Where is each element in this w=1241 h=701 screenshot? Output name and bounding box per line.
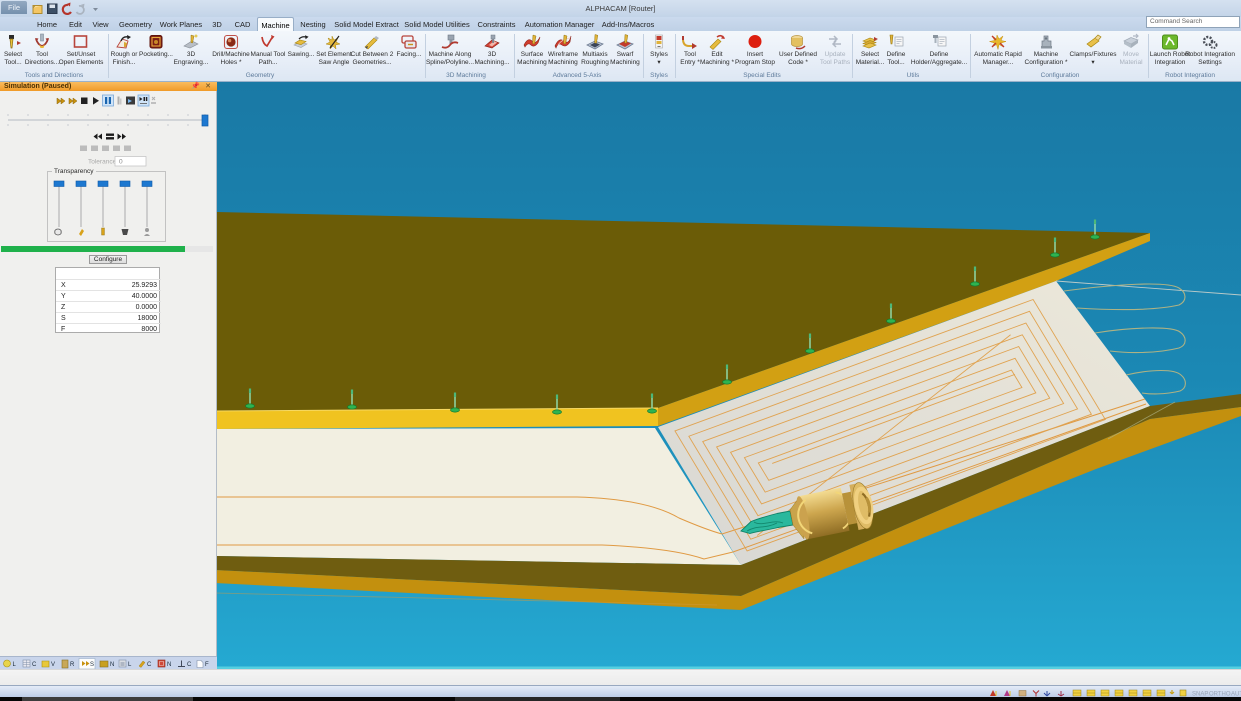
svg-text:N: N	[110, 662, 114, 668]
svg-text:0: 0	[119, 159, 123, 166]
svg-text:R: R	[70, 662, 75, 668]
svg-text:V: V	[51, 662, 55, 668]
svg-text:L: L	[128, 662, 132, 668]
svg-text:L: L	[13, 662, 17, 668]
svg-text:S: S	[90, 662, 94, 668]
svg-text:Tolerance: Tolerance	[88, 159, 117, 166]
svg-text:C: C	[187, 662, 192, 668]
svg-text:F: F	[205, 662, 209, 668]
svg-text:N: N	[167, 662, 171, 668]
svg-text:C: C	[32, 662, 37, 668]
svg-text:C: C	[147, 662, 152, 668]
